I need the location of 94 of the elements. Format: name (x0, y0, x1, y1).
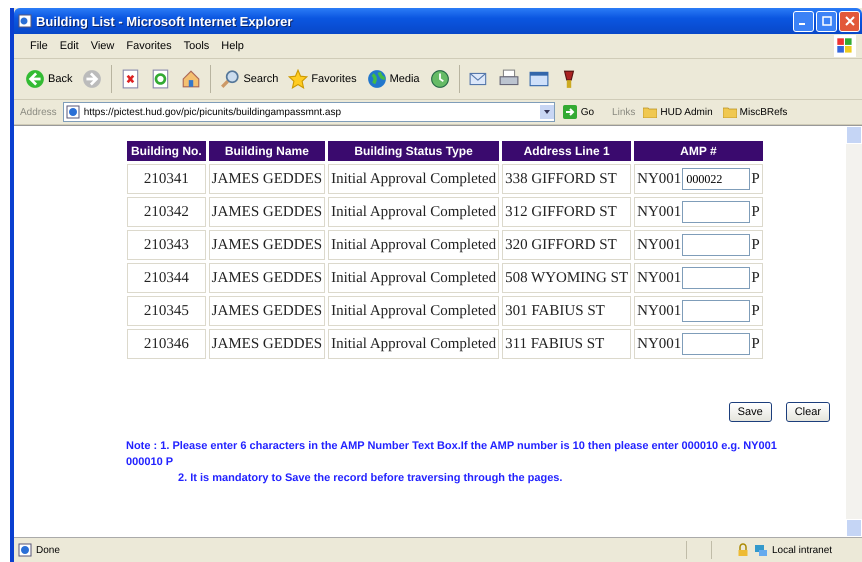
table-cell: Initial Approval Completed (328, 164, 500, 194)
table-cell: 508 WYOMING ST (502, 263, 632, 293)
home-icon[interactable] (181, 69, 202, 89)
column-header: Building No. (127, 141, 206, 161)
table-cell: 320 GIFFORD ST (502, 230, 632, 260)
amp-prefix: NY001 (637, 204, 682, 220)
table-cell: JAMES GEDDES (208, 164, 326, 194)
minimize-button[interactable] (793, 10, 814, 32)
menu-item[interactable]: Tools (178, 40, 216, 52)
column-header: Address Line 1 (502, 141, 632, 161)
search-icon (220, 69, 240, 89)
table-cell: Initial Approval Completed (328, 230, 500, 260)
windows-logo-icon (834, 35, 856, 57)
menu-item[interactable]: Help (215, 40, 250, 52)
save-button[interactable]: Save (728, 402, 772, 422)
menu-item[interactable]: Edit (54, 40, 85, 52)
amp-input-field[interactable] (682, 300, 750, 322)
amp-input-field[interactable] (682, 201, 750, 223)
dropdown-icon[interactable] (540, 105, 554, 119)
amp-input-field[interactable] (682, 333, 750, 355)
note-text: 2. It is mandatory to Save the record before traversing through the pages. (177, 471, 564, 486)
folder-icon (643, 106, 658, 118)
amp-prefix: NY001 (637, 270, 682, 286)
links-label: Links (612, 106, 636, 118)
address-label: Address (20, 106, 57, 118)
column-header: Building Name (208, 141, 326, 161)
table-cell: 338 GIFFORD ST (502, 164, 632, 194)
scrollbar[interactable] (846, 126, 862, 537)
table-cell: JAMES GEDDES (208, 329, 326, 359)
folder-icon (722, 106, 737, 118)
clock-icon[interactable] (430, 69, 450, 89)
table-cell: 210345 (127, 296, 206, 326)
zone-text: Local intranet (772, 544, 834, 556)
star-icon (288, 69, 308, 89)
globe-icon (366, 69, 387, 89)
note-text: Note : 1. Please enter 6 characters in the AMP Number Text Box.If the AMP number is 10 then please enter 000010 e.g. NY001 000010 P (126, 439, 778, 470)
clear-button[interactable]: Clear (786, 402, 830, 422)
favorites-button[interactable]: Favorites (285, 67, 360, 91)
table-cell: Initial Approval Completed (328, 263, 500, 293)
page-icon (18, 543, 32, 557)
amp-suffix: P (751, 236, 760, 254)
amp-prefix: NY001 (637, 236, 682, 254)
table-cell: 210342 (127, 197, 206, 227)
page-icon (66, 105, 80, 119)
table-cell: 210341 (127, 164, 206, 194)
amp-suffix: P (751, 302, 760, 320)
lock-icon (736, 543, 750, 557)
amp-suffix: P (751, 336, 760, 352)
close-button[interactable] (839, 10, 860, 32)
table-cell: Initial Approval Completed (328, 296, 500, 326)
table-cell: Initial Approval Completed (328, 197, 500, 227)
menu-item[interactable]: File (24, 40, 54, 52)
menu-item[interactable]: Favorites (120, 40, 178, 52)
amp-prefix: NY001 (637, 302, 682, 320)
amp-prefix: NY001 (637, 336, 682, 352)
amp-suffix: P (751, 270, 760, 286)
amp-input-field[interactable]: 000022 (682, 168, 750, 190)
page-icon (18, 14, 32, 28)
table-cell: JAMES GEDDES (208, 296, 326, 326)
column-header: AMP # (634, 141, 763, 161)
column-header: Building Status Type (328, 141, 500, 161)
table-cell: 312 GIFFORD ST (502, 197, 632, 227)
table-cell: Initial Approval Completed (328, 329, 500, 359)
search-button[interactable]: Search (217, 67, 282, 91)
window-title: Building List - Microsoft Internet Explorer (36, 14, 294, 28)
table-cell: 210344 (127, 263, 206, 293)
url-text: https://pictest.hud.gov/pic/picunits/buildingampassmnt.asp (84, 106, 342, 118)
back-button[interactable]: Back (22, 67, 76, 91)
go-arrow-icon (562, 105, 577, 119)
table-cell: JAMES GEDDES (208, 197, 326, 227)
link-button[interactable]: MiscBRefs (720, 106, 790, 118)
link-button[interactable]: HUD Admin (641, 106, 715, 118)
amp-suffix: P (751, 204, 760, 220)
amp-prefix: NY001 (637, 170, 682, 188)
table-cell: 210343 (127, 230, 206, 260)
go-button[interactable]: Go (560, 105, 596, 119)
network-icon (754, 543, 768, 557)
media-button[interactable]: Media (364, 67, 423, 91)
table-cell: JAMES GEDDES (208, 263, 326, 293)
status-text: Done (36, 544, 61, 556)
table-cell: JAMES GEDDES (208, 230, 326, 260)
maximize-button[interactable] (816, 10, 837, 32)
close-icon (844, 16, 854, 26)
address-field[interactable]: https://pictest.hud.gov/pic/picunits/buildingampassmnt.asp (62, 102, 555, 122)
maximize-icon (822, 16, 832, 26)
amp-input-field[interactable] (682, 234, 750, 256)
table-cell: 311 FABIUS ST (502, 329, 632, 359)
amp-input-field[interactable] (682, 267, 750, 289)
amp-suffix: P (751, 170, 760, 188)
table-cell: 301 FABIUS ST (502, 296, 632, 326)
window-icon[interactable] (528, 69, 549, 89)
table-cell: 210346 (127, 329, 206, 359)
minimize-icon (799, 23, 805, 25)
menu-item[interactable]: View (84, 40, 120, 52)
